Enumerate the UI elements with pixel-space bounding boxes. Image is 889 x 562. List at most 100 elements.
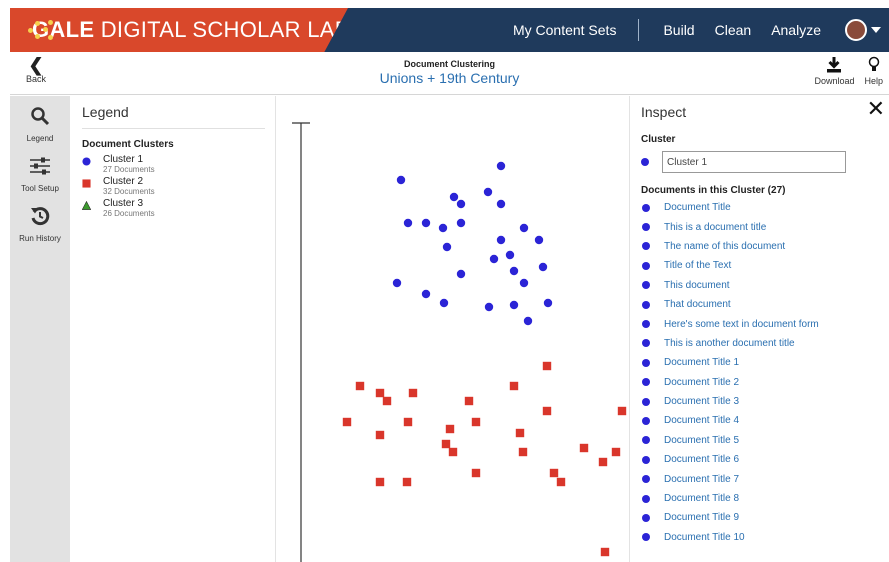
document-list-item[interactable]: Document Title 7 [641, 469, 889, 488]
cluster-2-point[interactable] [402, 477, 412, 487]
document-list-item[interactable]: This is another document title [641, 334, 889, 353]
rail-item-legend[interactable]: Legend [10, 96, 70, 146]
cluster-2-point[interactable] [382, 396, 392, 406]
document-list-item[interactable]: Document Title [641, 198, 889, 217]
cluster-1-point[interactable] [438, 223, 448, 233]
document-title-link[interactable]: Document Title 9 [664, 512, 739, 523]
document-title-link[interactable]: Document Title 3 [664, 396, 739, 407]
cluster-2-point[interactable] [518, 447, 528, 457]
cluster-1-point[interactable] [543, 298, 553, 308]
user-avatar[interactable] [845, 19, 867, 41]
brand-logo-area[interactable]: GALE DIGITAL SCHOLAR LAB [10, 8, 348, 52]
cluster-1-point[interactable] [519, 223, 529, 233]
cluster-2-point[interactable] [600, 547, 610, 557]
cluster-2-point[interactable] [342, 417, 352, 427]
document-list-item[interactable]: Document Title 5 [641, 431, 889, 450]
cluster-1-point[interactable] [509, 266, 519, 276]
document-list-item[interactable]: Document Title 6 [641, 450, 889, 469]
nav-build[interactable]: Build [653, 22, 704, 38]
cluster-plot[interactable] [277, 96, 629, 562]
cluster-1-point[interactable] [421, 218, 431, 228]
document-title-link[interactable]: That document [664, 299, 731, 310]
cluster-1-point[interactable] [496, 161, 506, 171]
cluster-1-point[interactable] [538, 262, 548, 272]
cluster-1-point[interactable] [456, 199, 466, 209]
document-title-link[interactable]: Document Title 6 [664, 454, 739, 465]
nav-my-content-sets[interactable]: My Content Sets [503, 22, 627, 38]
cluster-2-point[interactable] [355, 381, 365, 391]
document-list-item[interactable]: Document Title 10 [641, 528, 889, 547]
document-title-link[interactable]: Document Title 10 [664, 532, 745, 543]
cluster-2-point[interactable] [471, 468, 481, 478]
cluster-2-point[interactable] [375, 477, 385, 487]
legend-cluster-2[interactable]: Cluster 2 32 Documents [82, 176, 265, 196]
cluster-1-point[interactable] [496, 235, 506, 245]
cluster-2-point[interactable] [617, 406, 627, 416]
close-icon[interactable]: ✕ [867, 98, 885, 120]
cluster-2-point[interactable] [542, 406, 552, 416]
cluster-2-point[interactable] [448, 447, 458, 457]
cluster-1-point[interactable] [442, 242, 452, 252]
rail-item-run-history[interactable]: Run History [10, 196, 70, 246]
document-list-item[interactable]: Title of the Text [641, 256, 889, 275]
document-list-item[interactable]: Document Title 2 [641, 373, 889, 392]
cluster-2-point[interactable] [556, 477, 566, 487]
document-title-link[interactable]: Document Title 4 [664, 415, 739, 426]
cluster-2-point[interactable] [375, 430, 385, 440]
document-title-link[interactable]: This document [664, 280, 730, 291]
document-list-item[interactable]: Document Title 8 [641, 489, 889, 508]
cluster-2-point[interactable] [598, 457, 608, 467]
cluster-2-point[interactable] [611, 447, 621, 457]
cluster-1-point[interactable] [421, 289, 431, 299]
document-title-link[interactable]: Title of the Text [664, 260, 731, 271]
document-list-item[interactable]: Document Title 3 [641, 392, 889, 411]
legend-cluster-1[interactable]: Cluster 1 27 Documents [82, 154, 265, 174]
cluster-1-point[interactable] [505, 250, 515, 260]
cluster-2-point[interactable] [549, 468, 559, 478]
document-title-link[interactable]: Document Title 1 [664, 357, 739, 368]
document-title-link[interactable]: Document Title 8 [664, 493, 739, 504]
cluster-2-point[interactable] [542, 361, 552, 371]
document-title-link[interactable]: The name of this document [664, 241, 785, 252]
cluster-1-point[interactable] [489, 254, 499, 264]
document-title-link[interactable]: Document Title [664, 202, 731, 213]
document-list-item[interactable]: Here's some text in document form [641, 314, 889, 333]
chevron-down-icon[interactable] [871, 27, 881, 33]
cluster-1-point[interactable] [456, 269, 466, 279]
cluster-2-point[interactable] [464, 396, 474, 406]
document-list-item[interactable]: This is a document title [641, 217, 889, 236]
document-title-link[interactable]: This is a document title [664, 222, 766, 233]
document-list-item[interactable]: This document [641, 276, 889, 295]
help-button[interactable]: Help [864, 56, 883, 86]
cluster-2-point[interactable] [403, 417, 413, 427]
document-title-link[interactable]: This is another document title [664, 338, 795, 349]
cluster-1-point[interactable] [403, 218, 413, 228]
cluster-1-point[interactable] [449, 192, 459, 202]
cluster-1-point[interactable] [509, 300, 519, 310]
document-title-link[interactable]: Here's some text in document form [664, 319, 819, 330]
cluster-1-point[interactable] [484, 302, 494, 312]
cluster-1-point[interactable] [523, 316, 533, 326]
cluster-2-point[interactable] [515, 428, 525, 438]
document-title-link[interactable]: Document Title 2 [664, 377, 739, 388]
document-list-item[interactable]: Document Title 9 [641, 508, 889, 527]
cluster-1-point[interactable] [392, 278, 402, 288]
cluster-name-input[interactable] [662, 151, 846, 173]
cluster-1-point[interactable] [396, 175, 406, 185]
nav-analyze[interactable]: Analyze [761, 22, 831, 38]
nav-clean[interactable]: Clean [705, 22, 762, 38]
cluster-2-point[interactable] [375, 388, 385, 398]
cluster-1-point[interactable] [496, 199, 506, 209]
cluster-1-point[interactable] [519, 278, 529, 288]
cluster-2-point[interactable] [471, 417, 481, 427]
cluster-2-point[interactable] [445, 424, 455, 434]
document-list-item[interactable]: That document [641, 295, 889, 314]
document-title-link[interactable]: Document Title 5 [664, 435, 739, 446]
rail-item-tool-setup[interactable]: Tool Setup [10, 146, 70, 196]
document-title-link[interactable]: Document Title 7 [664, 474, 739, 485]
legend-cluster-3[interactable]: Cluster 3 26 Documents [82, 198, 265, 218]
cluster-2-point[interactable] [441, 439, 451, 449]
cluster-1-point[interactable] [439, 298, 449, 308]
cluster-2-point[interactable] [579, 443, 589, 453]
download-button[interactable]: Download [814, 56, 854, 86]
